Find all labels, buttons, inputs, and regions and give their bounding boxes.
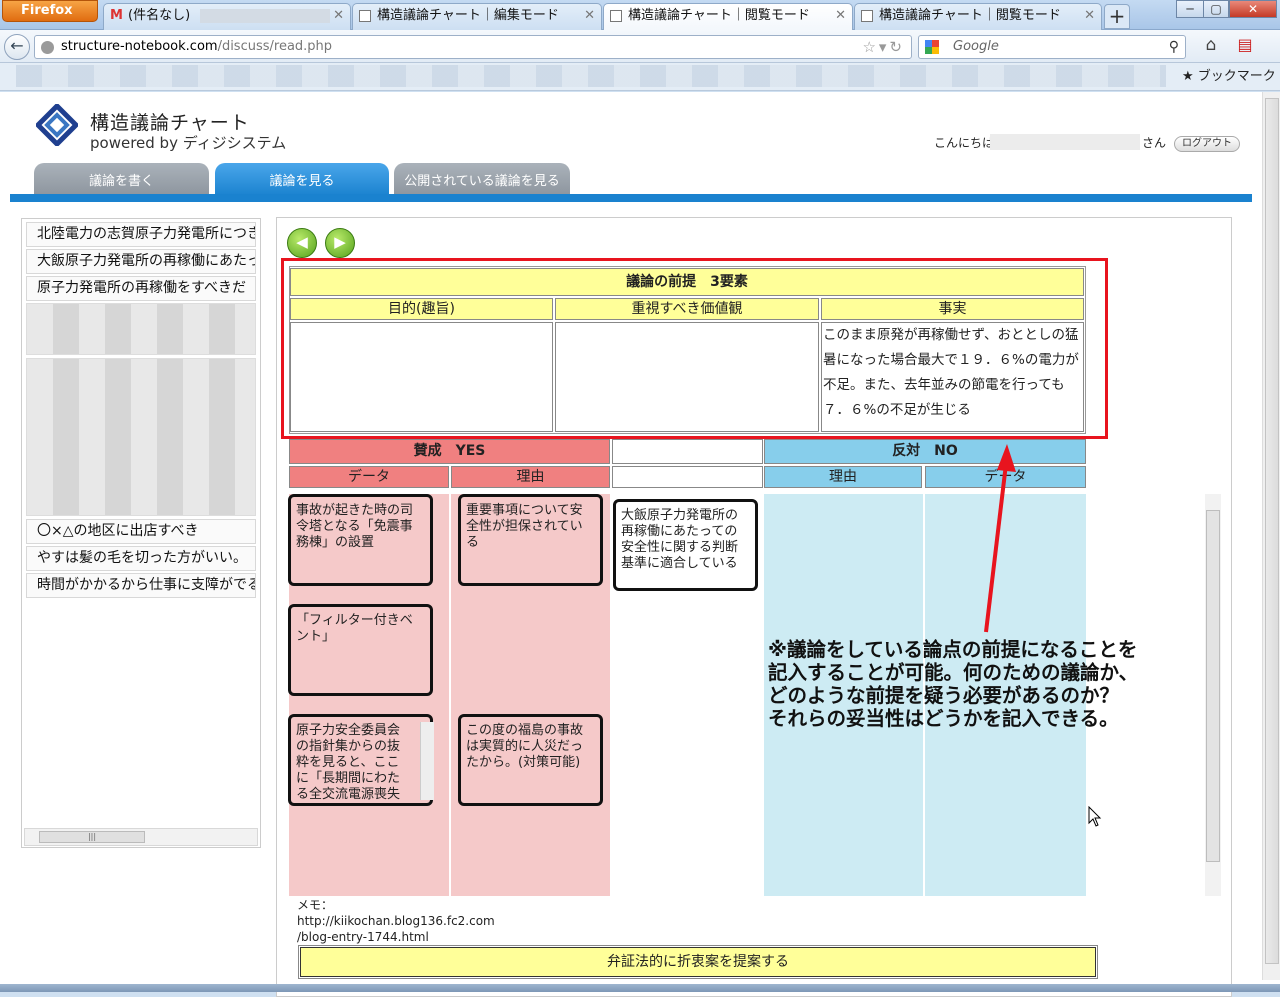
close-window-button[interactable]: ✕ bbox=[1229, 0, 1277, 18]
memo-link[interactable]: /blog-entry-1744.html bbox=[297, 929, 495, 945]
tab-gmail[interactable]: M (件名なし) ✕ bbox=[103, 3, 351, 30]
tab-read-mode-active[interactable]: 構造議論チャート｜閲覧モード ✕ bbox=[603, 3, 853, 31]
annotation-line: 記入することが可能。何のための議論か、 bbox=[768, 661, 1139, 684]
annotation-line: ※議論をしている論点の前提になることを bbox=[768, 638, 1138, 661]
annotation-highlight-box bbox=[281, 258, 1108, 439]
close-icon[interactable]: ✕ bbox=[333, 4, 344, 28]
back-button[interactable]: ← bbox=[4, 34, 30, 60]
prev-arrow-icon[interactable]: ◀ bbox=[287, 228, 317, 258]
google-icon bbox=[925, 40, 939, 54]
greeting-suffix: さん bbox=[1142, 136, 1167, 150]
nav-tab-public[interactable]: 公開されている議論を見る bbox=[394, 163, 570, 196]
yes-data-card-scrollable[interactable]: 原子力安全委員会の指針集からの抜粋を見ると、ここに「長期間にわたる全交流電源喪失… bbox=[288, 714, 433, 806]
bookmarks-label: ブックマーク bbox=[1197, 69, 1276, 84]
no-header: 反対 NO bbox=[764, 439, 1086, 464]
annotation-arrow-icon bbox=[984, 444, 1016, 633]
claim-header bbox=[612, 439, 763, 464]
yes-header: 賛成 YES bbox=[289, 439, 610, 464]
scrollbar-thumb[interactable]: ||| bbox=[39, 831, 145, 843]
close-icon[interactable]: ✕ bbox=[1084, 4, 1095, 28]
os-taskbar bbox=[0, 984, 1280, 992]
memo-link[interactable]: http://kiikochan.blog136.fc2.com bbox=[297, 913, 495, 929]
site-identity-icon[interactable] bbox=[41, 41, 54, 54]
new-tab-button[interactable]: + bbox=[1104, 4, 1130, 29]
redacted-list-item bbox=[26, 303, 256, 355]
claim-subheader bbox=[612, 466, 763, 488]
site-title: 構造議論チャート bbox=[90, 112, 250, 134]
search-icon[interactable]: ⚲ bbox=[1169, 36, 1179, 58]
chart-scrollbar[interactable] bbox=[1205, 494, 1221, 896]
memo-label: メモ： bbox=[297, 898, 334, 912]
list-item[interactable]: 時間がかかるから仕事に支障がでる bbox=[26, 573, 256, 598]
tab-label: 構造議論チャート｜編集モード bbox=[377, 8, 559, 23]
nav-underline bbox=[10, 194, 1252, 202]
nav-tab-view[interactable]: 議論を見る bbox=[215, 163, 389, 196]
url-bar[interactable]: structure-notebook.com/discuss/read.php … bbox=[34, 35, 912, 59]
redacted-username bbox=[990, 134, 1140, 150]
next-arrow-icon[interactable]: ▶ bbox=[325, 228, 355, 258]
bookmark-menu-icon[interactable]: ▤ bbox=[1234, 35, 1256, 57]
page-scrollbar[interactable] bbox=[1262, 92, 1280, 980]
list-item[interactable]: 〇×△の地区に出店すべき bbox=[26, 519, 256, 544]
yes-reason-card[interactable]: この度の福島の事故は実質的に人災だったから。(対策可能) bbox=[458, 714, 603, 806]
scrollbar-thumb[interactable] bbox=[1206, 510, 1220, 862]
site-logo-icon bbox=[36, 104, 78, 146]
bookmark-star-icon[interactable]: ☆▾↻ bbox=[862, 36, 905, 58]
redacted-block bbox=[200, 8, 331, 23]
minimize-button[interactable]: ─ bbox=[1176, 0, 1204, 18]
url-host: structure-notebook.com bbox=[61, 39, 218, 54]
site-subtitle: powered by ディジシステム bbox=[90, 134, 287, 152]
bookmarks-button[interactable]: ★ ブックマーク bbox=[1182, 67, 1276, 87]
list-item[interactable]: 原子力発電所の再稼働をすべきだ bbox=[26, 276, 256, 301]
close-icon[interactable]: ✕ bbox=[584, 4, 595, 28]
gmail-icon: M bbox=[110, 8, 123, 23]
card-scrollbar[interactable] bbox=[420, 722, 434, 800]
redacted-list-items bbox=[26, 358, 256, 516]
tab-edit-mode[interactable]: 構造議論チャート｜編集モード ✕ bbox=[352, 3, 602, 30]
tab-read-mode[interactable]: 構造議論チャート｜閲覧モード ✕ bbox=[854, 3, 1102, 30]
claim-card[interactable]: 大飯原子力発電所の再稼働にあたっての安全性に関する判断基準に適合している bbox=[613, 499, 758, 591]
redacted-bookmarks bbox=[16, 65, 1166, 87]
bookmarks-toolbar: ★ ブックマーク bbox=[0, 63, 1280, 91]
maximize-button[interactable]: ▢ bbox=[1203, 0, 1229, 18]
firefox-menu-button[interactable]: Firefox bbox=[2, 0, 98, 22]
tab-label: 構造議論チャート｜閲覧モード bbox=[628, 8, 810, 23]
logout-button[interactable]: ログアウト bbox=[1174, 136, 1240, 152]
memo-block: メモ： http://kiikochan.blog136.fc2.com /bl… bbox=[297, 897, 495, 945]
tab-label: (件名なし) bbox=[128, 8, 191, 23]
scrollbar-thumb[interactable] bbox=[1265, 98, 1279, 964]
propose-compromise-button[interactable]: 弁証法的に折衷案を提案する bbox=[298, 945, 1098, 979]
list-item[interactable]: やすは髪の毛を切った方がいい。 bbox=[26, 546, 256, 571]
search-placeholder: Google bbox=[953, 39, 999, 54]
annotation-text: ※議論をしている論点の前提になることを 記入することが可能。何のための議論か、 … bbox=[768, 638, 1138, 730]
page-icon bbox=[861, 10, 873, 22]
yes-reason-card[interactable]: 重要事項について安全性が担保されている bbox=[458, 494, 603, 586]
list-item[interactable]: 大飯原子力発電所の再稼働にあたって bbox=[26, 249, 256, 274]
annotation-line: どのような前提を疑う必要があるのか？ bbox=[768, 684, 1120, 707]
yes-data-card[interactable]: 事故が起きた時の司令塔となる「免震事務棟」の設置 bbox=[288, 494, 433, 586]
tab-label: 構造議論チャート｜閲覧モード bbox=[879, 8, 1061, 23]
sidebar-horizontal-scrollbar[interactable]: ||| bbox=[24, 828, 258, 846]
yes-data-card[interactable]: 「フィルター付きベント」 bbox=[288, 604, 433, 696]
close-icon[interactable]: ✕ bbox=[835, 4, 846, 28]
annotation-line: それらの妥当性はどうかを記入できる。 bbox=[768, 707, 1119, 730]
page-icon bbox=[359, 10, 371, 22]
yes-reason-header: 理由 bbox=[451, 466, 610, 488]
yes-data-header: データ bbox=[289, 466, 449, 488]
nav-tab-write[interactable]: 議論を書く bbox=[34, 163, 209, 196]
list-item[interactable]: 北陸電力の志賀原子力発電所につき bbox=[26, 222, 256, 247]
no-reason-header: 理由 bbox=[764, 466, 922, 488]
greeting-text: こんにちは bbox=[934, 136, 995, 150]
home-icon[interactable]: ⌂ bbox=[1200, 35, 1222, 57]
mouse-cursor-icon bbox=[1088, 806, 1102, 827]
page-icon bbox=[610, 10, 622, 22]
search-input[interactable]: Google ⚲ bbox=[918, 35, 1186, 59]
url-path: /discuss/read.php bbox=[217, 39, 333, 54]
